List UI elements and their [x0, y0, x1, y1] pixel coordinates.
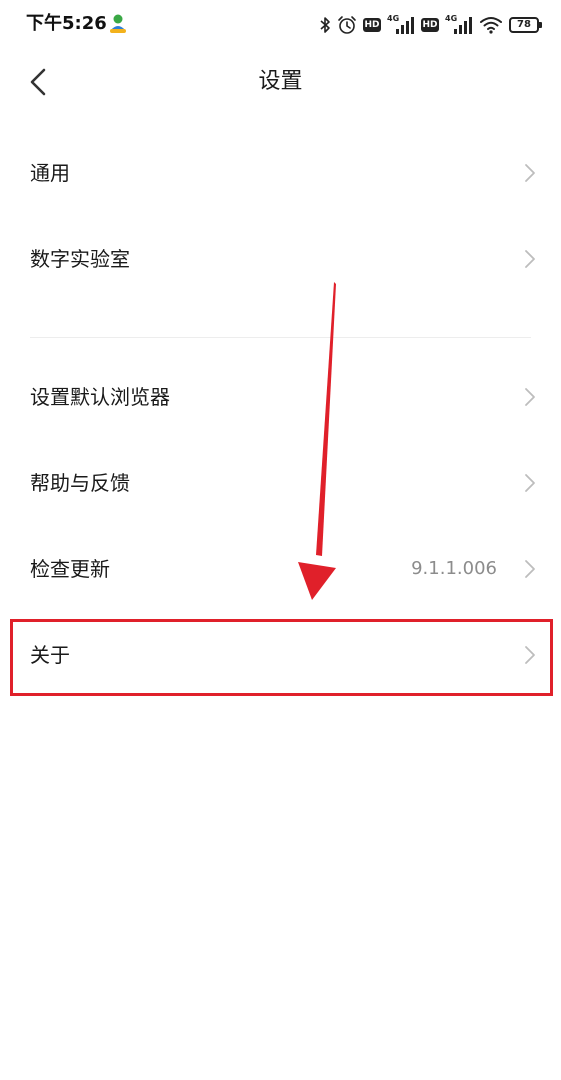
signal-icon-2: 4G [445, 14, 473, 36]
battery-icon: 78 [509, 17, 542, 33]
status-icons: HD 4G HD 4G 78 [319, 12, 542, 38]
settings-item-help-feedback[interactable]: 帮助与反馈 [0, 441, 561, 525]
bluetooth-icon [320, 17, 330, 33]
app-notification-icon [110, 14, 126, 33]
settings-item-label: 关于 [30, 643, 70, 667]
wifi-icon [480, 17, 502, 34]
settings-item-general[interactable]: 通用 [0, 131, 561, 215]
alarm-icon [338, 16, 356, 34]
settings-item-label: 检查更新 [30, 557, 110, 581]
settings-item-digital-lab[interactable]: 数字实验室 [0, 217, 561, 301]
section-divider [30, 337, 531, 338]
hd-icon-2: HD [421, 18, 439, 32]
hd-icon: HD [363, 18, 381, 32]
settings-item-label: 数字实验室 [30, 247, 130, 271]
status-time: 下午5:26 [26, 13, 107, 34]
signal-icon: 4G [387, 14, 415, 36]
settings-item-label: 通用 [30, 161, 70, 185]
version-number: 9.1.1.006 [411, 558, 497, 579]
chevron-right-icon [525, 388, 535, 406]
header-bar: 设置 [0, 52, 561, 112]
settings-item-label: 设置默认浏览器 [30, 385, 170, 409]
chevron-right-icon [525, 164, 535, 182]
chevron-right-icon [525, 250, 535, 268]
settings-item-default-browser[interactable]: 设置默认浏览器 [0, 355, 561, 439]
chevron-right-icon [525, 646, 535, 664]
status-bar: 下午5:26 HD 4G HD 4G 78 [0, 0, 561, 50]
chevron-right-icon [525, 560, 535, 578]
settings-item-label: 帮助与反馈 [30, 471, 130, 495]
settings-item-about[interactable]: 关于 [0, 613, 561, 697]
page-title: 设置 [258, 69, 303, 94]
settings-item-check-update[interactable]: 检查更新 9.1.1.006 [0, 527, 561, 611]
chevron-right-icon [525, 474, 535, 492]
